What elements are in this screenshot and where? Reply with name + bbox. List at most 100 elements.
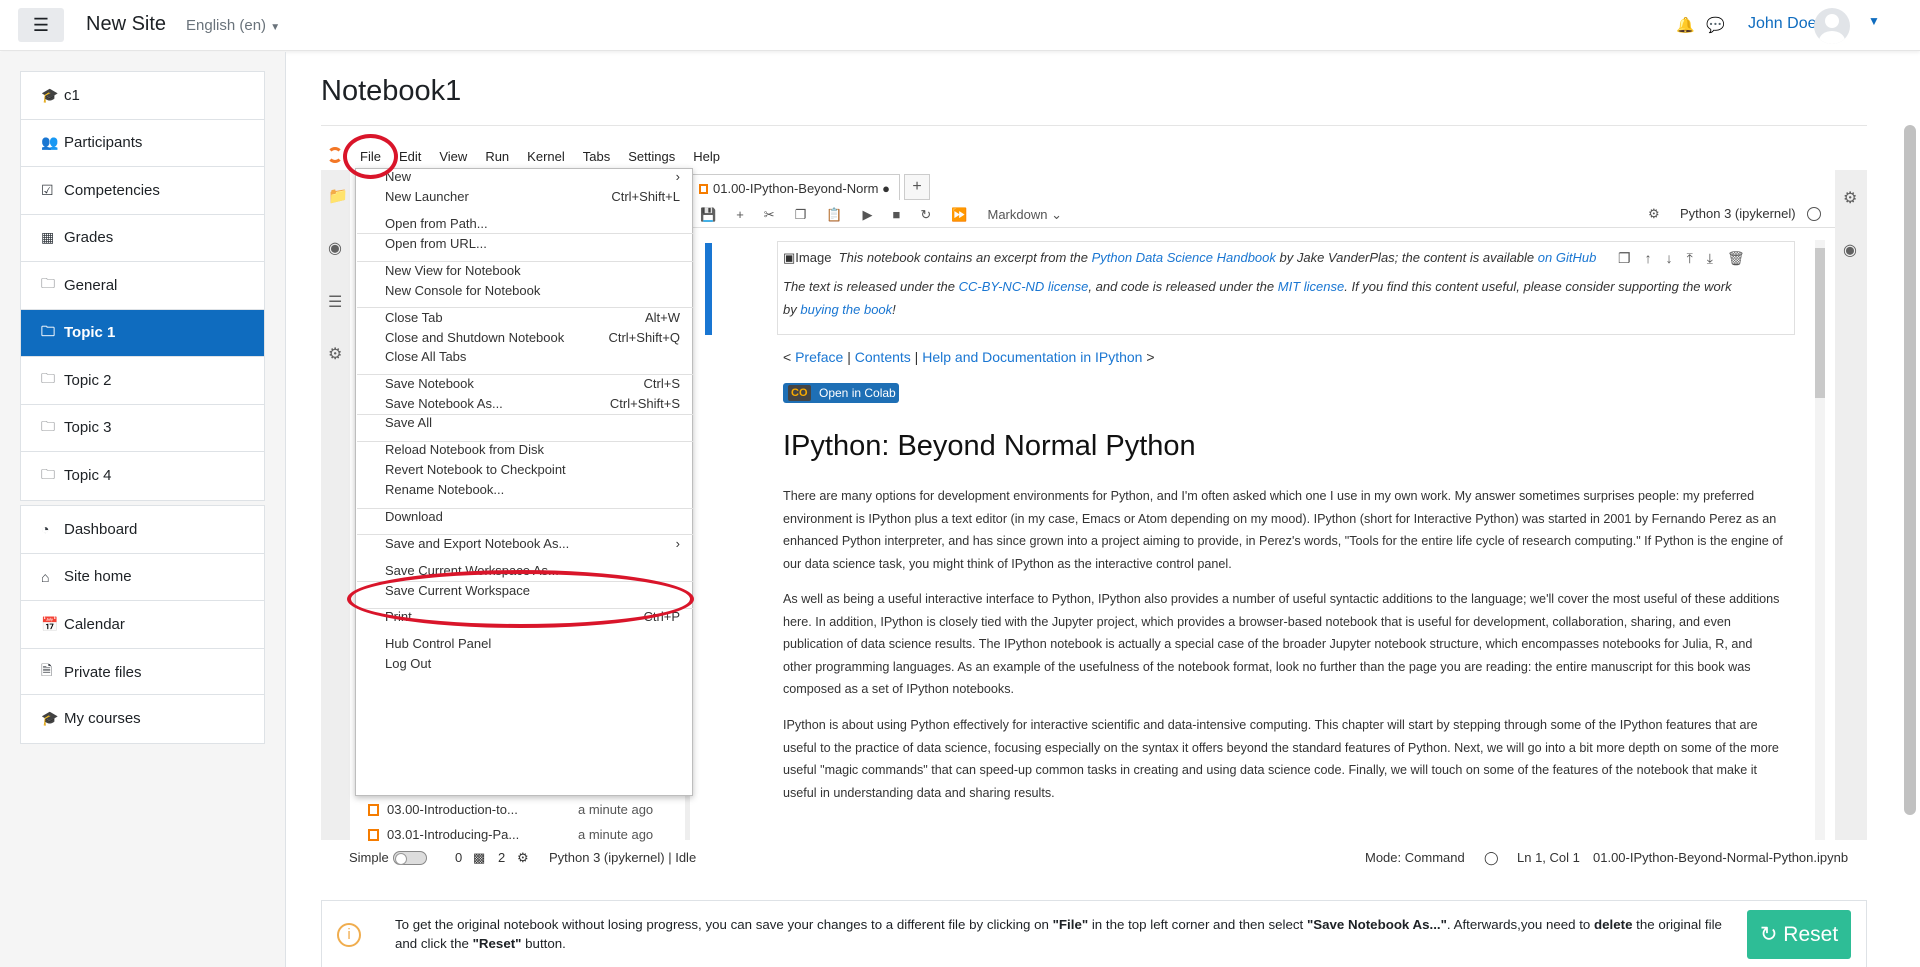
user-menu-caret-icon[interactable]: ▼ <box>1868 14 1880 28</box>
menu-item-revert-notebook-to-checkpoint[interactable]: Revert Notebook to Checkpoint <box>385 460 680 480</box>
github-link[interactable]: on GitHub <box>1538 250 1597 265</box>
folder-icon[interactable]: 📁 <box>328 186 348 206</box>
menu-item-close-tab[interactable]: Close Tab Alt+W <box>385 308 680 328</box>
user-name[interactable]: John Doe <box>1748 15 1817 33</box>
menu-help[interactable]: Help <box>693 149 720 164</box>
nav-item-participants[interactable]: 👥 Participants <box>21 120 264 167</box>
menu-run[interactable]: Run <box>485 149 509 164</box>
cursor-position[interactable]: Ln 1, Col 1 <box>1517 850 1580 865</box>
cut-icon[interactable]: ✂ <box>764 207 775 223</box>
insert-below-icon[interactable]: ⤓ <box>1707 250 1713 267</box>
avatar[interactable] <box>1814 8 1850 44</box>
trusted-icon[interactable]: ◯ <box>1484 850 1499 866</box>
nav-item-c1[interactable]: 🎓 c1 <box>21 72 264 120</box>
menu-item-save-all[interactable]: Save All <box>385 413 680 433</box>
property-inspector-icon[interactable]: ⚙ <box>1843 188 1857 208</box>
nav-item-calendar[interactable]: 📅 Calendar <box>21 601 264 649</box>
license-link[interactable]: CC-BY-NC-ND license <box>959 279 1089 294</box>
menu-item-close-and-shutdown-notebook[interactable]: Close and Shutdown Notebook Ctrl+Shift+Q <box>385 328 680 348</box>
unsaved-dot-icon[interactable]: ● <box>882 181 890 196</box>
file-list-item[interactable]: 03.00-Introduction-to... a minute ago <box>368 802 668 824</box>
nav-item-topic-2[interactable]: 🗀 Topic 2 <box>21 357 264 405</box>
menu-item-hub-control-panel[interactable]: Hub Control Panel <box>385 634 680 654</box>
menu-item-rename-notebook[interactable]: Rename Notebook... <box>385 480 680 500</box>
debugger-panel-icon[interactable]: ◉ <box>1843 240 1857 260</box>
nav-item-general[interactable]: 🗀 General <box>21 262 264 310</box>
tab-notebook[interactable]: 01.00-IPython-Beyond-Norm ● <box>690 174 900 200</box>
menu-item-open-from-url[interactable]: Open from URL... <box>385 234 680 254</box>
menu-kernel[interactable]: Kernel <box>527 149 565 164</box>
menu-item-new-launcher[interactable]: New Launcher Ctrl+Shift+L <box>385 187 680 207</box>
running-sessions-icon[interactable]: ◉ <box>328 238 342 258</box>
menu-item-reload-notebook-from-disk[interactable]: Reload Notebook from Disk <box>385 440 680 460</box>
notebook-scrollbar-thumb[interactable] <box>1815 248 1825 398</box>
nav-item-dashboard[interactable]: ◔ Dashboard <box>21 506 264 554</box>
copy-icon[interactable]: ❐ <box>795 207 807 223</box>
nav-item-private-files[interactable]: 🗎 Private files <box>21 649 264 697</box>
language-menu[interactable]: English (en) ▼ <box>186 17 280 34</box>
cell-toolbar: ❐ ↑ ↓ ⤒ ⤓ 🗑 <box>1618 250 1745 267</box>
move-down-icon[interactable]: ↓ <box>1666 250 1673 267</box>
nav-item-topic-4[interactable]: 🗀 Topic 4 <box>21 452 264 500</box>
nav-item-my-courses[interactable]: 🎓 My courses <box>21 695 264 743</box>
menu-item-label: Log Out <box>385 656 432 671</box>
kernel-settings-icon[interactable]: ⚙ <box>517 850 529 866</box>
duplicate-cell-icon[interactable]: ❐ <box>1618 250 1631 267</box>
menu-tabs[interactable]: Tabs <box>583 149 610 164</box>
menu-item-close-all-tabs[interactable]: Close All Tabs <box>385 347 680 367</box>
nav-item-site-home[interactable]: ⌂ Site home <box>21 554 264 601</box>
divider <box>321 125 1867 126</box>
nav-item-grades[interactable]: ▦ Grades <box>21 215 264 262</box>
contents-link[interactable]: Contents <box>855 349 911 365</box>
restart-icon[interactable]: ↻ <box>920 207 931 223</box>
chat-icon[interactable]: 💬 <box>1706 16 1725 34</box>
open-in-colab-badge[interactable]: Open in Colab <box>783 383 899 403</box>
new-launcher-tab-button[interactable]: + <box>904 174 930 200</box>
menu-settings[interactable]: Settings <box>628 149 675 164</box>
menu-item-new-view-for-notebook[interactable]: New View for Notebook <box>385 261 680 281</box>
move-up-icon[interactable]: ↑ <box>1645 250 1652 267</box>
insert-cell-icon[interactable]: + <box>736 207 744 222</box>
nav-item-topic-1[interactable]: 🗀 Topic 1 <box>21 309 264 357</box>
run-all-icon[interactable]: ⏩ <box>951 207 967 223</box>
course-nav-group: 🎓 c1 👥 Participants ☑ Competencies ▦ Grades 🗀 Gen… <box>20 71 265 501</box>
menu-item-new-console-for-notebook[interactable]: New Console for Notebook <box>385 281 680 301</box>
nav-item-topic-3[interactable]: 🗀 Topic 3 <box>21 405 264 452</box>
delete-cell-icon[interactable]: 🗑 <box>1727 250 1745 267</box>
simple-mode-toggle[interactable] <box>393 851 427 865</box>
notebook-scrollbar[interactable] <box>1815 240 1825 840</box>
run-icon[interactable]: ▶ <box>863 207 873 223</box>
preface-link[interactable]: Preface <box>795 349 843 365</box>
menu-item-download[interactable]: Download <box>385 507 680 527</box>
next-chapter-link[interactable]: Help and Documentation in IPython <box>922 349 1142 365</box>
menu-edit[interactable]: Edit <box>399 149 421 164</box>
reset-button[interactable]: ↻ Reset <box>1747 910 1851 959</box>
site-name[interactable]: New Site <box>86 13 166 36</box>
menu-item-open-from-path[interactable]: Open from Path... <box>385 214 680 234</box>
left-activity-bar <box>321 170 349 840</box>
menu-item-save-and-export-notebook-as[interactable]: Save and Export Notebook As... › <box>385 534 680 554</box>
menu-item-new[interactable]: New › <box>385 167 680 187</box>
kernel-state[interactable]: Python 3 (ipykernel) | Idle <box>549 850 696 865</box>
insert-above-icon[interactable]: ⤒ <box>1687 250 1693 267</box>
bell-icon[interactable]: 🔔 <box>1676 16 1695 34</box>
drawer-toggle-button[interactable]: ☰ <box>18 8 64 42</box>
page-scrollbar-thumb[interactable] <box>1904 125 1916 815</box>
cell-type-select[interactable]: Markdown ⌄ <box>987 207 1061 223</box>
extensions-icon[interactable]: ⚙ <box>328 344 342 364</box>
menu-item-save-notebook[interactable]: Save Notebook Ctrl+S <box>385 374 680 394</box>
mit-license-link[interactable]: MIT license <box>1278 279 1344 294</box>
menu-item-log-out[interactable]: Log Out <box>385 654 680 674</box>
chapter-nav: < Preface | Contents | Help and Document… <box>783 349 1155 365</box>
paste-icon[interactable]: 📋 <box>826 207 842 223</box>
kernel-name[interactable]: Python 3 (ipykernel) <box>1680 206 1796 221</box>
menu-item-save-notebook-as[interactable]: Save Notebook As... Ctrl+Shift+S <box>385 394 680 414</box>
stop-icon[interactable]: ■ <box>893 207 901 222</box>
save-icon[interactable]: 💾 <box>700 207 716 223</box>
menu-view[interactable]: View <box>439 149 467 164</box>
buy-book-link[interactable]: buying the book <box>800 302 892 317</box>
debugger-icon[interactable]: ⚙ <box>1648 206 1660 222</box>
table-of-contents-icon[interactable]: ☰ <box>328 292 342 312</box>
nav-item-competencies[interactable]: ☑ Competencies <box>21 167 264 215</box>
handbook-link[interactable]: Python Data Science Handbook <box>1092 250 1276 265</box>
